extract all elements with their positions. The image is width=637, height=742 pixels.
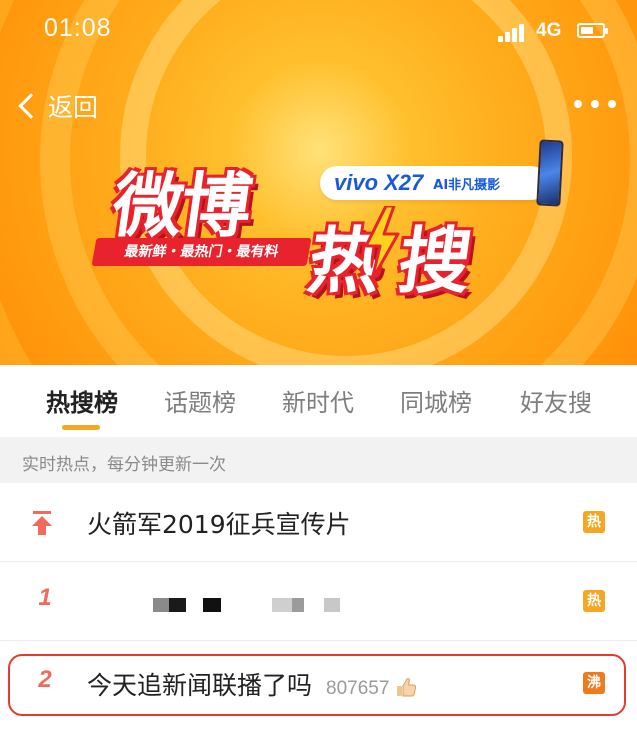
tab-local[interactable]: 同城榜 xyxy=(392,365,480,437)
hot-badge: 热 xyxy=(583,511,605,533)
hot-search-banner: 01:08 4G 返回 vivo X27 AI非凡摄影 微博 最新鲜・最热门・最… xyxy=(0,0,637,365)
lightning-icon xyxy=(364,206,400,280)
pin-top-icon xyxy=(32,511,52,535)
more-dots-icon xyxy=(608,100,616,108)
sponsor-badge: vivo X27 AI非凡摄影 xyxy=(320,166,548,200)
boiling-badge: 沸 xyxy=(583,672,605,694)
redacted-block xyxy=(153,598,169,612)
list-item-title: 火箭军2019征兵宣传片 xyxy=(87,510,351,539)
more-dots-icon xyxy=(574,100,582,108)
list-item[interactable]: 1 热 xyxy=(0,562,637,640)
list-item-title-text: 今天追新闻联播了吗 xyxy=(87,671,313,700)
tab-topics[interactable]: 话题榜 xyxy=(156,365,244,437)
rank-number: 1 xyxy=(38,584,52,611)
app-root: 01:08 4G 返回 vivo X27 AI非凡摄影 微博 最新鲜・最热门・最… xyxy=(0,0,637,742)
redacted-block xyxy=(272,598,292,612)
active-tab-indicator xyxy=(62,425,100,430)
rank-number: 2 xyxy=(38,666,52,693)
redacted-block xyxy=(169,598,186,612)
chevron-left-icon xyxy=(18,93,44,119)
tab-new-era[interactable]: 新时代 xyxy=(274,365,362,437)
status-time: 01:08 xyxy=(44,14,112,42)
divider xyxy=(0,640,637,641)
network-type: 4G xyxy=(536,20,562,41)
list-item[interactable]: 火箭军2019征兵宣传片 热 xyxy=(0,483,637,561)
battery-icon xyxy=(577,23,608,38)
logo-weibo-text: 微博 xyxy=(107,165,255,247)
signal-icon xyxy=(498,24,528,42)
sponsor-tag: AI非凡摄影 xyxy=(433,177,501,193)
logo-tagline: 最新鲜・最热门・最有料 xyxy=(91,238,312,266)
search-count: 807657 xyxy=(326,678,390,699)
tab-bar: 热搜榜 话题榜 新时代 同城榜 好友搜 xyxy=(0,365,637,437)
hot-badge: 热 xyxy=(583,590,605,612)
list-subheader: 实时热点，每分钟更新一次 xyxy=(0,437,637,483)
list-item-title: 今天追新闻联播了吗 807657 xyxy=(87,666,417,702)
status-bar: 01:08 4G xyxy=(0,0,637,62)
back-button[interactable]: 返回 xyxy=(16,86,98,126)
phone-image xyxy=(536,139,564,207)
redacted-block xyxy=(203,598,221,612)
thumbs-up-icon xyxy=(397,678,417,697)
more-button[interactable] xyxy=(574,96,616,112)
sponsor-brand: vivo X27 xyxy=(334,170,424,195)
more-dots-icon xyxy=(591,100,599,108)
back-label: 返回 xyxy=(48,93,99,122)
tab-friends-search[interactable]: 好友搜 xyxy=(512,365,600,437)
redacted-block xyxy=(324,598,340,612)
weibo-hot-search-logo: vivo X27 AI非凡摄影 微博 最新鲜・最热门・最有料 热搜 xyxy=(91,139,564,303)
redacted-block xyxy=(292,598,304,612)
subheader-text: 实时热点，每分钟更新一次 xyxy=(22,455,226,475)
list-item[interactable]: 2 今天追新闻联播了吗 807657 沸 xyxy=(0,644,637,722)
